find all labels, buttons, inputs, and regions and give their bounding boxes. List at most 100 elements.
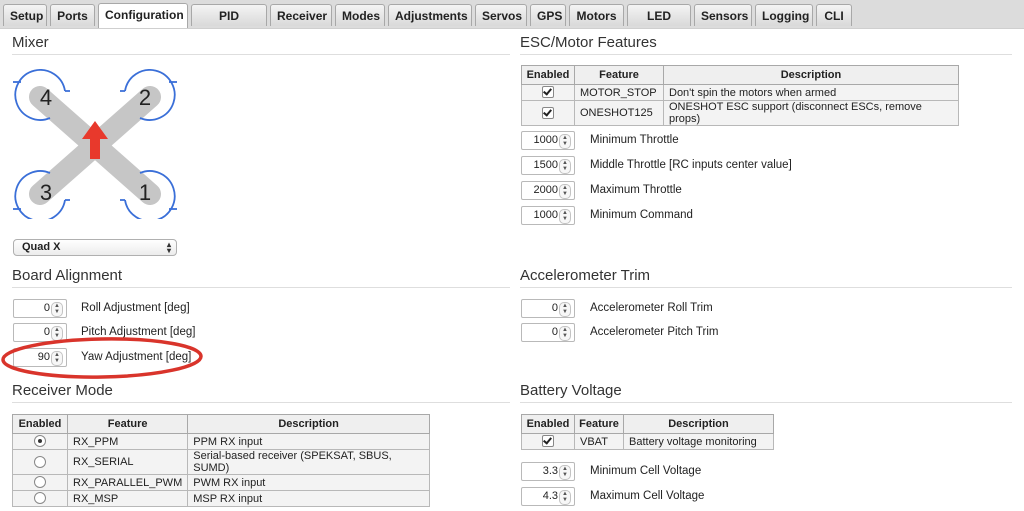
configuration-panel: Mixer 4 2 3 1 Quad X ▴▾ Board Alignment bbox=[0, 28, 1024, 511]
spinner-arrows-icon[interactable]: ▲ ▼ bbox=[51, 302, 63, 317]
rx-feature: RX_PARALLEL_PWM bbox=[66, 474, 189, 491]
tab-led-strip[interactable]: LED Strip bbox=[627, 4, 691, 45]
motor-2-label: 2 bbox=[139, 85, 151, 110]
rx-parallel-pwm-radio[interactable] bbox=[34, 476, 46, 488]
col-feature: Feature bbox=[574, 65, 664, 85]
col-feature: Feature bbox=[66, 414, 189, 434]
rx-feature: RX_SERIAL bbox=[66, 449, 189, 475]
col-enabled: Enabled bbox=[12, 414, 68, 434]
rx-ppm-radio[interactable] bbox=[34, 435, 46, 447]
roll-adjustment-value: 0 bbox=[43, 302, 50, 314]
vbat-checkbox[interactable] bbox=[542, 435, 554, 447]
minimum-throttle-value: 1000 bbox=[533, 134, 558, 146]
tab-adjustments[interactable]: Adjustments bbox=[388, 4, 472, 26]
rx-description: MSP RX input bbox=[187, 490, 430, 507]
rx-description: PPM RX input bbox=[187, 433, 430, 450]
quad-x-diagram: 4 2 3 1 bbox=[13, 69, 177, 219]
spinner-arrows-icon[interactable]: ▲ ▼ bbox=[559, 209, 571, 224]
table-row: VBAT Battery voltage monitoring bbox=[521, 433, 774, 450]
minimum-command-input[interactable]: 1000 ▲ ▼ bbox=[521, 206, 575, 225]
rx-description: Serial-based receiver (SPEKSAT, SBUS, SU… bbox=[187, 449, 430, 475]
esc-features-table: Enabled Feature Description MOTOR_STOP D… bbox=[521, 65, 959, 126]
accel-roll-trim-input[interactable]: 0 ▲ ▼ bbox=[521, 299, 575, 318]
minimum-cell-voltage-label: Minimum Cell Voltage bbox=[590, 465, 702, 477]
esc-divider bbox=[520, 54, 1012, 55]
tab-pid-tuning[interactable]: PID Tuning bbox=[191, 4, 267, 45]
accel-pitch-trim-value: 0 bbox=[551, 326, 558, 338]
table-row[interactable]: RX_MSP MSP RX input bbox=[12, 490, 430, 507]
table-row[interactable]: RX_SERIAL Serial-based receiver (SPEKSAT… bbox=[12, 449, 430, 475]
middle-throttle-input[interactable]: 1500 ▲ ▼ bbox=[521, 156, 575, 175]
esc-description: ONESHOT ESC support (disconnect ESCs, re… bbox=[663, 100, 959, 126]
maximum-cell-voltage-input[interactable]: 4.3 ▲ ▼ bbox=[521, 487, 575, 506]
table-row: MOTOR_STOP Don't spin the motors when ar… bbox=[521, 84, 959, 101]
battery-voltage-title: Battery Voltage bbox=[520, 382, 622, 399]
board-alignment-title: Board Alignment bbox=[12, 267, 123, 284]
tab-sensors[interactable]: Sensors bbox=[694, 4, 752, 26]
minimum-throttle-label: Minimum Throttle bbox=[590, 134, 679, 146]
rx-msp-radio[interactable] bbox=[34, 492, 46, 504]
spinner-arrows-icon[interactable]: ▲ ▼ bbox=[559, 326, 571, 341]
col-description: Description bbox=[187, 414, 430, 434]
board-alignment-divider bbox=[12, 287, 510, 288]
esc-feature: MOTOR_STOP bbox=[574, 84, 664, 101]
accelerometer-trim-title: Accelerometer Trim bbox=[520, 267, 651, 284]
spinner-arrows-icon[interactable]: ▲ ▼ bbox=[559, 302, 571, 317]
tab-cli[interactable]: CLI bbox=[816, 4, 852, 26]
maximum-cell-voltage-label: Maximum Cell Voltage bbox=[590, 490, 705, 502]
mixer-type-value: Quad X bbox=[22, 241, 61, 253]
roll-adjustment-input[interactable]: 0 ▲ ▼ bbox=[13, 299, 67, 318]
col-enabled: Enabled bbox=[521, 414, 575, 434]
minimum-command-value: 1000 bbox=[533, 209, 558, 221]
spinner-arrows-icon[interactable]: ▲ ▼ bbox=[559, 159, 571, 174]
maximum-throttle-input[interactable]: 2000 ▲ ▼ bbox=[521, 181, 575, 200]
minimum-cell-voltage-input[interactable]: 3.3 ▲ ▼ bbox=[521, 462, 575, 481]
col-description: Description bbox=[623, 414, 774, 434]
tab-ports[interactable]: Ports bbox=[50, 4, 95, 26]
tab-gps[interactable]: GPS bbox=[530, 4, 566, 26]
mixer-divider bbox=[12, 54, 510, 55]
col-description: Description bbox=[663, 65, 959, 85]
select-updown-icon: ▴ ▾ bbox=[166, 240, 171, 255]
accel-roll-trim-label: Accelerometer Roll Trim bbox=[590, 302, 713, 314]
mixer-type-select[interactable]: Quad X ▴ ▾ bbox=[13, 239, 177, 256]
esc-description: Don't spin the motors when armed bbox=[663, 84, 959, 101]
motor-4-label: 4 bbox=[40, 85, 52, 110]
battery-description: Battery voltage monitoring bbox=[623, 433, 774, 450]
spinner-arrows-icon[interactable]: ▲ ▼ bbox=[559, 184, 571, 199]
minimum-throttle-input[interactable]: 1000 ▲ ▼ bbox=[521, 131, 575, 150]
spinner-arrows-icon[interactable]: ▲ ▼ bbox=[559, 490, 571, 505]
mixer-title: Mixer bbox=[12, 34, 49, 51]
esc-feature: ONESHOT125 bbox=[574, 100, 664, 126]
tab-bar: Setup Ports Configuration PID Tuning Rec… bbox=[0, 0, 1024, 45]
rx-serial-radio[interactable] bbox=[34, 455, 46, 468]
tab-setup[interactable]: Setup bbox=[3, 4, 47, 26]
annotation-ellipse bbox=[1, 337, 203, 379]
rx-description: PWM RX input bbox=[187, 474, 430, 491]
maximum-cell-voltage-value: 4.3 bbox=[542, 490, 558, 502]
receiver-mode-table: Enabled Feature Description RX_PPM PPM R… bbox=[12, 414, 430, 507]
table-row: ONESHOT125 ONESHOT ESC support (disconne… bbox=[521, 100, 959, 126]
accel-pitch-trim-input[interactable]: 0 ▲ ▼ bbox=[521, 323, 575, 342]
tab-modes[interactable]: Modes bbox=[335, 4, 385, 26]
middle-throttle-label: Middle Throttle [RC inputs center value] bbox=[590, 159, 792, 171]
roll-adjustment-label: Roll Adjustment [deg] bbox=[81, 302, 190, 314]
tab-servos[interactable]: Servos bbox=[475, 4, 527, 26]
tab-receiver[interactable]: Receiver bbox=[270, 4, 332, 26]
tab-configuration[interactable]: Configuration bbox=[98, 3, 188, 28]
spinner-arrows-icon[interactable]: ▲ ▼ bbox=[559, 134, 571, 149]
tab-logging[interactable]: Logging bbox=[755, 4, 813, 26]
table-row[interactable]: RX_PPM PPM RX input bbox=[12, 433, 430, 450]
oneshot125-checkbox[interactable] bbox=[542, 106, 554, 119]
tab-motors[interactable]: Motors bbox=[569, 4, 624, 26]
motor-stop-checkbox[interactable] bbox=[542, 86, 554, 98]
minimum-cell-voltage-value: 3.3 bbox=[542, 465, 558, 477]
spinner-arrows-icon[interactable]: ▲ ▼ bbox=[559, 465, 571, 480]
receiver-mode-divider bbox=[12, 402, 510, 403]
battery-divider bbox=[520, 402, 1012, 403]
rx-feature: RX_PPM bbox=[66, 433, 189, 450]
battery-feature: VBAT bbox=[574, 433, 624, 450]
table-row[interactable]: RX_PARALLEL_PWM PWM RX input bbox=[12, 474, 430, 491]
col-enabled: Enabled bbox=[521, 65, 575, 85]
motor-1-label: 1 bbox=[139, 180, 151, 205]
